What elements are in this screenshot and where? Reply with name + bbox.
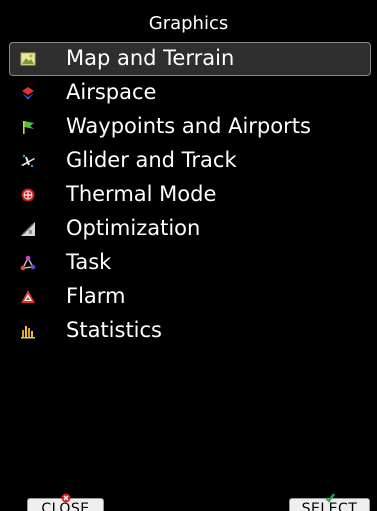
menu-item-glider-and-track[interactable]: Glider and Track bbox=[9, 144, 371, 178]
menu-item-label: Flarm bbox=[66, 284, 126, 308]
close-x-icon bbox=[61, 493, 70, 503]
menu-item-map-and-terrain[interactable]: Map and Terrain bbox=[9, 42, 371, 76]
menu-item-label: Airspace bbox=[66, 80, 157, 104]
menu-item-waypoints-and-airports[interactable]: Waypoints and Airports bbox=[9, 110, 371, 144]
flarm-icon bbox=[21, 290, 35, 303]
glider-icon bbox=[21, 154, 35, 168]
thermal-icon bbox=[21, 188, 35, 202]
menu-item-label: Waypoints and Airports bbox=[66, 114, 311, 138]
statistics-icon bbox=[21, 326, 35, 339]
menu-item-label: Statistics bbox=[66, 318, 162, 342]
map-terrain-icon bbox=[20, 52, 36, 66]
menu-item-optimization[interactable]: Optimization bbox=[9, 212, 371, 246]
select-button[interactable]: SELECT bbox=[289, 493, 370, 511]
close-button[interactable]: CLOSE bbox=[27, 493, 104, 511]
menu-item-label: Thermal Mode bbox=[66, 182, 217, 206]
task-icon bbox=[20, 255, 36, 271]
airspace-icon bbox=[22, 87, 34, 100]
menu-item-thermal-mode[interactable]: Thermal Mode bbox=[9, 178, 371, 212]
menu-item-label: Optimization bbox=[66, 216, 201, 240]
checkmark-icon bbox=[324, 493, 335, 503]
menu-item-statistics[interactable]: Statistics bbox=[9, 314, 371, 348]
menu-item-task[interactable]: Task bbox=[9, 246, 371, 280]
waypoint-flag-icon bbox=[23, 121, 34, 134]
menu-item-airspace[interactable]: Airspace bbox=[9, 76, 371, 110]
menu-item-label: Map and Terrain bbox=[66, 46, 235, 70]
graphics-settings-screen: Graphics Map and Terrain Airspace Waypoi… bbox=[0, 0, 377, 511]
menu-item-label: Task bbox=[66, 250, 112, 274]
menu-item-flarm[interactable]: Flarm bbox=[9, 280, 371, 314]
page-title: Graphics bbox=[148, 13, 229, 34]
graphics-menu: Map and Terrain Airspace Waypoints and A… bbox=[9, 42, 371, 348]
menu-item-label: Glider and Track bbox=[66, 148, 237, 172]
optimization-icon bbox=[21, 222, 35, 236]
